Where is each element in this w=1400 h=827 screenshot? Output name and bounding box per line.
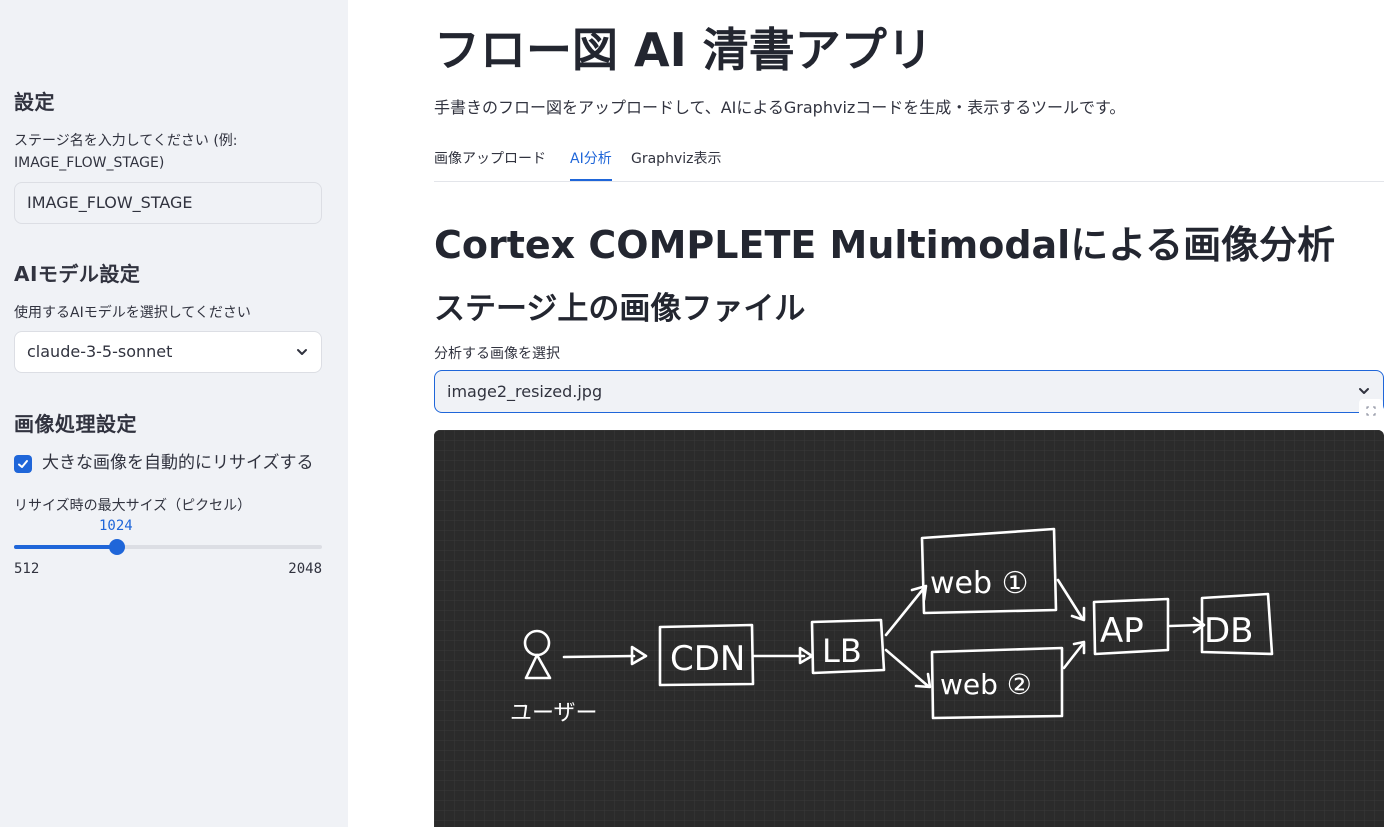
arrow-user-cdn [562, 654, 636, 659]
model-select[interactable]: claude-3-5-sonnet [14, 331, 322, 373]
fullscreen-button[interactable] [1359, 399, 1383, 423]
section-title: Cortex COMPLETE Multimodalによる画像分析 [434, 223, 1336, 267]
settings-header: 設定 [14, 90, 55, 114]
sidebar: 設定 ステージ名を入力してください (例: IMAGE_FLOW_STAGE) … [0, 0, 348, 827]
image-processing-header: 画像処理設定 [14, 412, 137, 436]
slider-label: リサイズ時の最大サイズ（ピクセル） [14, 498, 252, 514]
node-label-ap: AP [1100, 611, 1144, 651]
slider-value: 1024 [99, 518, 133, 534]
arrow-ap-db [1168, 623, 1202, 628]
resize-checkbox-label[interactable]: 大きな画像を自動的にリサイズする [42, 450, 314, 476]
model-label: 使用するAIモデルを選択してください [14, 305, 251, 321]
slider-max: 2048 [288, 561, 322, 577]
slider-min: 512 [14, 561, 40, 577]
stage-input-value: IMAGE_FLOW_STAGE [27, 193, 193, 212]
node-label-web2: web ② [940, 668, 1032, 701]
fullscreen-icon [1366, 406, 1376, 416]
chevron-down-icon [295, 332, 309, 372]
node-label-lb: LB [822, 632, 862, 670]
node-label-web1: web ① [930, 566, 1028, 601]
node-label-db: DB [1204, 611, 1254, 651]
tab-bar: 画像アップロード AI分析 Graphviz表示 [434, 140, 1384, 182]
tab-ai-analysis[interactable]: AI分析 [570, 148, 612, 181]
page-description: 手書きのフロー図をアップロードして、AIによるGraphvizコードを生成・表示… [434, 98, 1126, 117]
model-select-value: claude-3-5-sonnet [27, 342, 173, 361]
page-title: フロー図 AI 清書アプリ [434, 23, 933, 77]
slider-thumb[interactable] [109, 539, 125, 555]
app: 設定 ステージ名を入力してください (例: IMAGE_FLOW_STAGE) … [0, 0, 1400, 827]
tab-graphviz[interactable]: Graphviz表示 [631, 148, 721, 181]
slider-fill [14, 545, 117, 549]
main-content: フロー図 AI 清書アプリ 手書きのフロー図をアップロードして、AIによるGra… [434, 0, 1384, 827]
stage-label: ステージ名を入力してください (例: IMAGE_FLOW_STAGE) [14, 133, 238, 171]
subsection-title: ステージ上の画像ファイル [434, 291, 806, 327]
check-icon [18, 460, 28, 468]
node-label-cdn: CDN [670, 639, 745, 679]
resize-checkbox[interactable] [14, 455, 32, 473]
flow-diagram-image: CDN LB web ① web ② AP DB ユーザー [434, 430, 1384, 827]
image-select[interactable]: image2_resized.jpg [434, 370, 1384, 413]
stage-input[interactable]: IMAGE_FLOW_STAGE [14, 182, 322, 224]
uploaded-image: CDN LB web ① web ② AP DB ユーザー [434, 430, 1384, 827]
model-header: AIモデル設定 [14, 262, 141, 286]
resize-slider[interactable] [14, 539, 322, 555]
tab-image-upload[interactable]: 画像アップロード [434, 148, 546, 181]
image-select-value: image2_resized.jpg [447, 382, 603, 401]
user-label: ユーザー [510, 701, 598, 726]
image-select-label: 分析する画像を選択 [434, 346, 560, 362]
